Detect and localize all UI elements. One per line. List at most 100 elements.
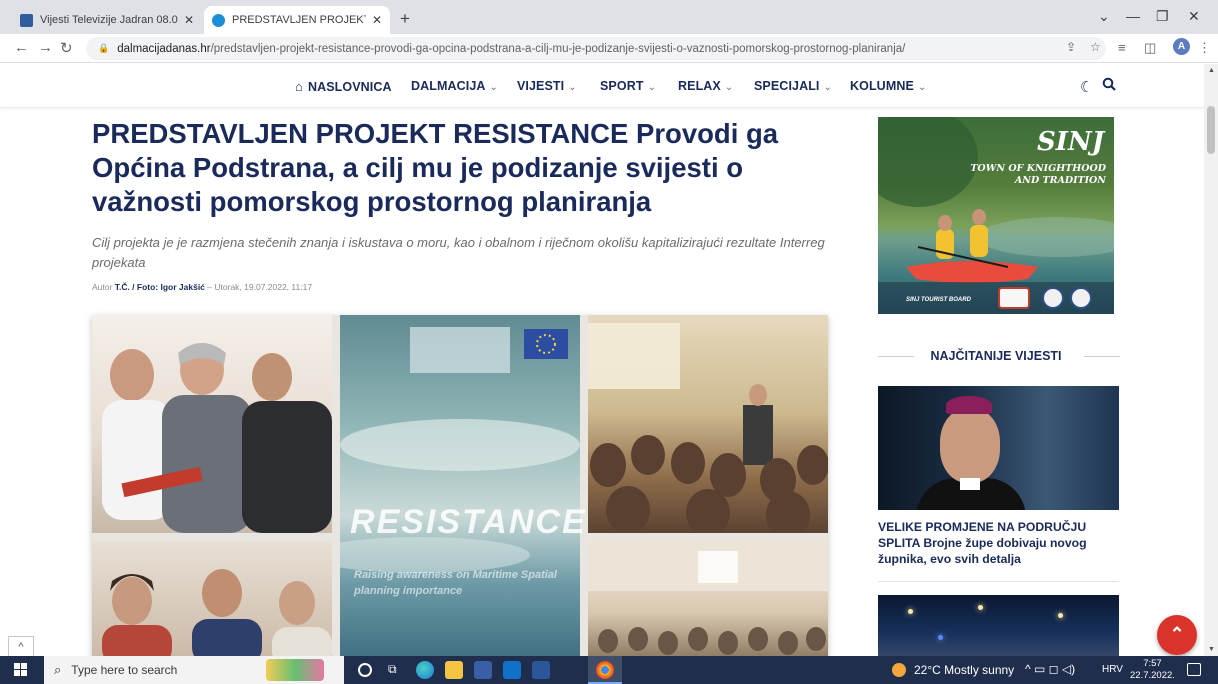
nav-item-dalmacija[interactable]: DALMACIJA ⌄ xyxy=(411,79,498,93)
system-tray-icons[interactable]: ^ ▭ ◻ ◁) xyxy=(1025,662,1075,676)
most-read-thumbnail[interactable] xyxy=(878,595,1119,656)
article-byline: Autor T.Č. / Foto: Igor Jakšić – Utorak,… xyxy=(92,282,312,292)
most-read-heading: NAJČITANIJE VIJESTI xyxy=(930,349,1062,363)
lock-icon: 🔒 xyxy=(98,43,110,53)
dark-mode-moon-icon[interactable]: ☾ xyxy=(1080,78,1093,96)
ad-subtitle: TOWN OF KNIGHTHOOD AND TRADITION xyxy=(970,163,1106,187)
sun-icon xyxy=(892,663,906,677)
article-lead: Cilj projekta je je razmjena stečenih zn… xyxy=(92,235,825,270)
back-arrow-icon[interactable]: ← xyxy=(14,39,29,56)
chevron-down-icon: ⌄ xyxy=(568,82,577,93)
chevron-up-icon[interactable]: ^ xyxy=(8,636,34,656)
file-explorer-icon[interactable] xyxy=(445,661,463,679)
tab-title: PREDSTAVLJEN PROJEKT RESISTA xyxy=(232,14,366,26)
taskbar-search-input[interactable]: ⌕ Type here to search xyxy=(44,656,344,684)
nav-label: VIJESTI xyxy=(517,79,565,93)
most-read-thumbnail[interactable] xyxy=(878,386,1119,510)
scroll-up-icon[interactable]: ▲ xyxy=(1208,67,1215,74)
nav-label: NASLOVNICA xyxy=(307,80,392,94)
tab-close-icon[interactable]: ✕ xyxy=(372,13,382,27)
url-input[interactable]: 🔒 dalmacijadanas.hr/predstavljen-projekt… xyxy=(86,37,1106,60)
home-icon: ⌂ xyxy=(295,79,303,94)
browser-tab[interactable]: Vijesti Televizije Jadran 08.06.202 ✕ xyxy=(12,6,202,34)
nav-label: KOLUMNE xyxy=(850,79,914,93)
taskbar-clock[interactable]: 7:57 22.7.2022. xyxy=(1130,658,1175,682)
article-photo-collage[interactable]: RESISTANCE Raising awareness on Maritime… xyxy=(92,315,828,656)
collage-subcaption: Raising awareness on Maritime Spatial pl… xyxy=(354,569,557,597)
sinj-tourism-ad-banner[interactable]: SINJ TOWN OF KNIGHTHOOD AND TRADITION SI… xyxy=(878,117,1114,314)
browser-tab-active[interactable]: PREDSTAVLJEN PROJEKT RESISTA ✕ xyxy=(204,6,390,34)
address-bar: ← → ↻ 🔒 dalmacijadanas.hr/predstavljen-p… xyxy=(0,34,1218,63)
nav-item-relax[interactable]: RELAX ⌄ xyxy=(678,79,733,93)
author-link[interactable]: T.Č. / Foto: Igor Jakšić xyxy=(115,282,205,292)
nav-item-sport[interactable]: SPORT ⌄ xyxy=(600,79,656,93)
publish-date: – Utorak, 19.07.2022, 11:17 xyxy=(207,282,313,292)
scroll-to-top-button[interactable]: ⌃ xyxy=(1157,615,1197,655)
nav-label: DALMACIJA xyxy=(411,79,486,93)
windows-start-icon[interactable] xyxy=(14,663,28,677)
app-icon[interactable] xyxy=(474,661,492,679)
new-tab-button[interactable]: + xyxy=(400,9,410,29)
menu-kebab-icon[interactable]: ⋮ xyxy=(1198,40,1211,56)
nav-item-kolumne[interactable]: KOLUMNE ⌄ xyxy=(850,79,926,93)
scrollbar-thumb[interactable] xyxy=(1207,106,1215,154)
reload-icon[interactable]: ↻ xyxy=(60,39,73,57)
search-highlight-icon xyxy=(266,659,324,681)
edge-browser-icon[interactable] xyxy=(416,661,434,679)
web-page: ⌂ NASLOVNICA DALMACIJA ⌄ VIJESTI ⌄ SPORT ⌄ R… xyxy=(0,64,1204,656)
side-panel-icon[interactable]: ◫ xyxy=(1144,40,1156,56)
scroll-down-icon[interactable]: ▼ xyxy=(1208,646,1215,653)
page-scrollbar[interactable]: ▲ ▼ xyxy=(1204,64,1218,656)
nav-item-vijesti[interactable]: VIJESTI ⌄ xyxy=(517,79,577,93)
divider xyxy=(878,581,1119,582)
weather-widget[interactable]: 22°C Mostly sunny xyxy=(892,663,1014,677)
site-favicon-icon xyxy=(212,13,225,27)
tab-search-chevron-icon[interactable]: ⌄ xyxy=(1098,8,1110,25)
ad-tourist-board-label: SINJ TOURIST BOARD xyxy=(906,297,971,303)
ad-subtitle-line: AND TRADITION xyxy=(1014,175,1106,186)
profile-avatar[interactable]: A xyxy=(1173,38,1190,55)
chevron-down-icon: ⌄ xyxy=(489,82,498,93)
chevron-down-icon: ⌄ xyxy=(823,82,832,93)
clock-time: 7:57 xyxy=(1143,658,1162,669)
reading-list-icon[interactable]: ≡ xyxy=(1118,40,1126,55)
article-headline: PREDSTAVLJEN PROJEKT RESISTANCE Provodi … xyxy=(92,118,779,217)
site-favicon-icon xyxy=(20,13,33,27)
chevron-down-icon: ⌄ xyxy=(724,82,734,93)
outlook-icon[interactable] xyxy=(503,661,521,679)
forward-arrow-icon[interactable]: → xyxy=(38,39,53,56)
tab-close-icon[interactable]: ✕ xyxy=(184,13,194,27)
taskbar-search-placeholder: Type here to search xyxy=(71,663,178,677)
nav-item-specijali[interactable]: SPECIJALI ⌄ xyxy=(754,79,832,93)
notification-icon[interactable] xyxy=(1187,663,1201,676)
windows-taskbar: ⌕ Type here to search ⧉ 22°C Mostly sunn… xyxy=(0,656,1218,684)
word-icon[interactable] xyxy=(532,661,550,679)
task-view-icon[interactable]: ⧉ xyxy=(388,662,397,677)
byline-prefix: Autor xyxy=(92,282,113,292)
bookmark-star-icon[interactable]: ☆ xyxy=(1090,40,1101,54)
photo-conference-room xyxy=(588,541,828,656)
share-icon[interactable]: ⇪ xyxy=(1066,40,1076,54)
window-close-icon[interactable]: ✕ xyxy=(1188,8,1200,25)
most-read-title-link[interactable]: VELIKE PROMJENE NA PODRUČJU SPLITA Brojn… xyxy=(878,519,1114,567)
photo-resistance-brochure xyxy=(340,315,580,656)
search-icon: ⌕ xyxy=(54,662,62,677)
site-navigation: ⌂ NASLOVNICA DALMACIJA ⌄ VIJESTI ⌄ SPORT ⌄ R… xyxy=(0,64,1204,108)
cortana-icon[interactable] xyxy=(358,663,372,677)
weather-text: 22°C Mostly sunny xyxy=(914,663,1015,677)
language-indicator[interactable]: HRV xyxy=(1102,664,1123,675)
nav-item-naslovnica[interactable]: ⌂ NASLOVNICA xyxy=(295,79,392,94)
clock-date: 22.7.2022. xyxy=(1130,670,1175,681)
chrome-icon[interactable] xyxy=(596,661,614,679)
minimize-icon[interactable]: — xyxy=(1126,8,1140,24)
chevron-down-icon: ⌄ xyxy=(917,82,927,93)
search-icon[interactable] xyxy=(1102,77,1116,91)
photo-audience-front-row xyxy=(92,315,332,533)
nav-label: SPECIJALI xyxy=(754,79,820,93)
browser-tab-bar: Vijesti Televizije Jadran 08.06.202 ✕ PR… xyxy=(0,0,1218,34)
ad-subtitle-line: TOWN OF KNIGHTHOOD xyxy=(970,163,1106,174)
maximize-icon[interactable]: ❐ xyxy=(1156,8,1169,25)
url-host: dalmacijadanas.hr xyxy=(117,42,211,55)
nav-label: RELAX xyxy=(678,79,721,93)
collage-caption: RESISTANCE xyxy=(350,503,587,541)
